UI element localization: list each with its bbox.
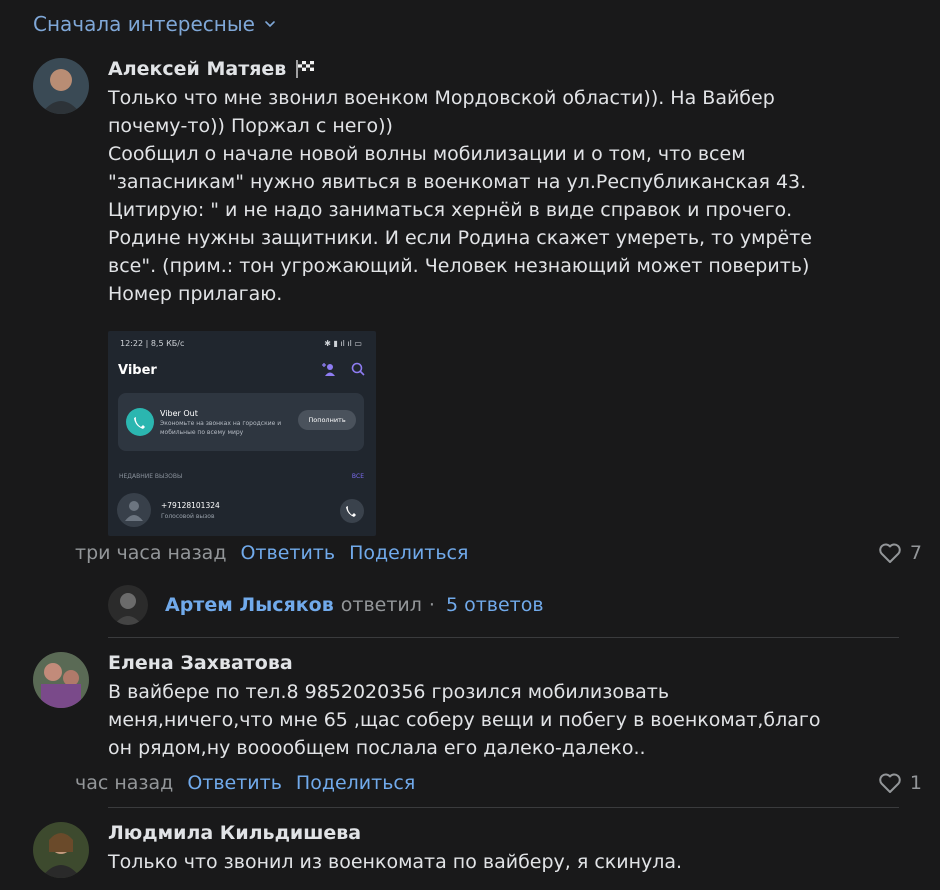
phone-icon: [126, 408, 154, 436]
replies-count-link[interactable]: 5 ответов: [446, 594, 544, 616]
author-name: Людмила Кильдишева: [108, 822, 362, 844]
comment-time[interactable]: час назад: [75, 772, 173, 794]
card-text: Экономьте на звонках на городские и моби…: [160, 420, 282, 436]
avatar[interactable]: [33, 652, 89, 708]
comment-actions: час назад Ответить Поделиться: [75, 772, 415, 794]
divider: [108, 637, 899, 638]
heart-icon: [879, 543, 901, 563]
topup-button: Пополнить: [298, 410, 356, 430]
reply-verb: ответил: [340, 594, 422, 616]
comment-author[interactable]: Людмила Кильдишева: [108, 822, 913, 844]
comment-actions: три часа назад Ответить Поделиться: [75, 542, 468, 564]
comment-text: В вайбере по тел.8 9852020356 грозился м…: [108, 681, 821, 759]
author-name: Елена Захватова: [108, 652, 293, 674]
heart-icon: [879, 773, 901, 793]
share-link[interactable]: Поделиться: [349, 542, 468, 564]
reply-avatar: [108, 585, 148, 625]
comment-text: Только что звонил из военкомата по вайбе…: [108, 851, 683, 873]
call-type: Голосовой вызов: [161, 513, 215, 520]
like-button[interactable]: 1: [878, 772, 922, 794]
comment: Людмила Кильдишева Только что звонил из …: [33, 822, 913, 890]
all-label: ВСЕ: [351, 473, 364, 480]
reply-author[interactable]: Артем Лысяков: [165, 594, 334, 616]
contact-avatar-icon: [117, 493, 151, 527]
viber-title: Viber: [118, 363, 157, 378]
recent-calls-label: НЕДАВНИЕ ВЫЗОВЫ: [119, 473, 183, 480]
card-title: Viber Out: [160, 409, 198, 418]
like-count: 1: [909, 772, 922, 794]
comment-author[interactable]: Елена Захватова: [108, 652, 913, 674]
chevron-down-icon: [265, 21, 275, 28]
status-bar-icons: ✱ ▮ ıl ıl ▭: [324, 339, 362, 348]
divider: [108, 807, 899, 808]
reply-link[interactable]: Ответить: [240, 542, 335, 564]
viber-out-card: Viber Out Экономьте на звонках на городс…: [118, 393, 364, 451]
sort-label: Сначала интересные: [33, 12, 255, 36]
avatar[interactable]: [33, 822, 89, 878]
replies-summary[interactable]: Артем Лысяков ответил · 5 ответов: [108, 585, 544, 625]
comment-text: Только что мне звонил военком Мордовской…: [108, 87, 812, 305]
sort-dropdown[interactable]: Сначала интересные: [33, 12, 277, 36]
phone-number: +79128101324: [161, 501, 220, 510]
status-bar-text: 12:22 | 8,5 КБ/с: [120, 339, 185, 348]
comment-author[interactable]: Алексей Матяев: [108, 58, 913, 80]
separator: ·: [428, 594, 435, 616]
like-button[interactable]: 7: [878, 542, 922, 564]
share-link[interactable]: Поделиться: [296, 772, 415, 794]
attachment-image[interactable]: 12:22 | 8,5 КБ/с ✱ ▮ ıl ıl ▭ Viber Viber…: [108, 331, 376, 536]
reply-link[interactable]: Ответить: [187, 772, 282, 794]
like-count: 7: [909, 542, 922, 564]
author-name: Алексей Матяев: [108, 58, 287, 80]
add-contact-icon: [322, 363, 335, 376]
search-icon: [351, 362, 365, 376]
call-icon: [340, 499, 364, 523]
flag-icon: [296, 60, 315, 78]
avatar[interactable]: [33, 58, 89, 114]
comment-time[interactable]: три часа назад: [75, 542, 226, 564]
